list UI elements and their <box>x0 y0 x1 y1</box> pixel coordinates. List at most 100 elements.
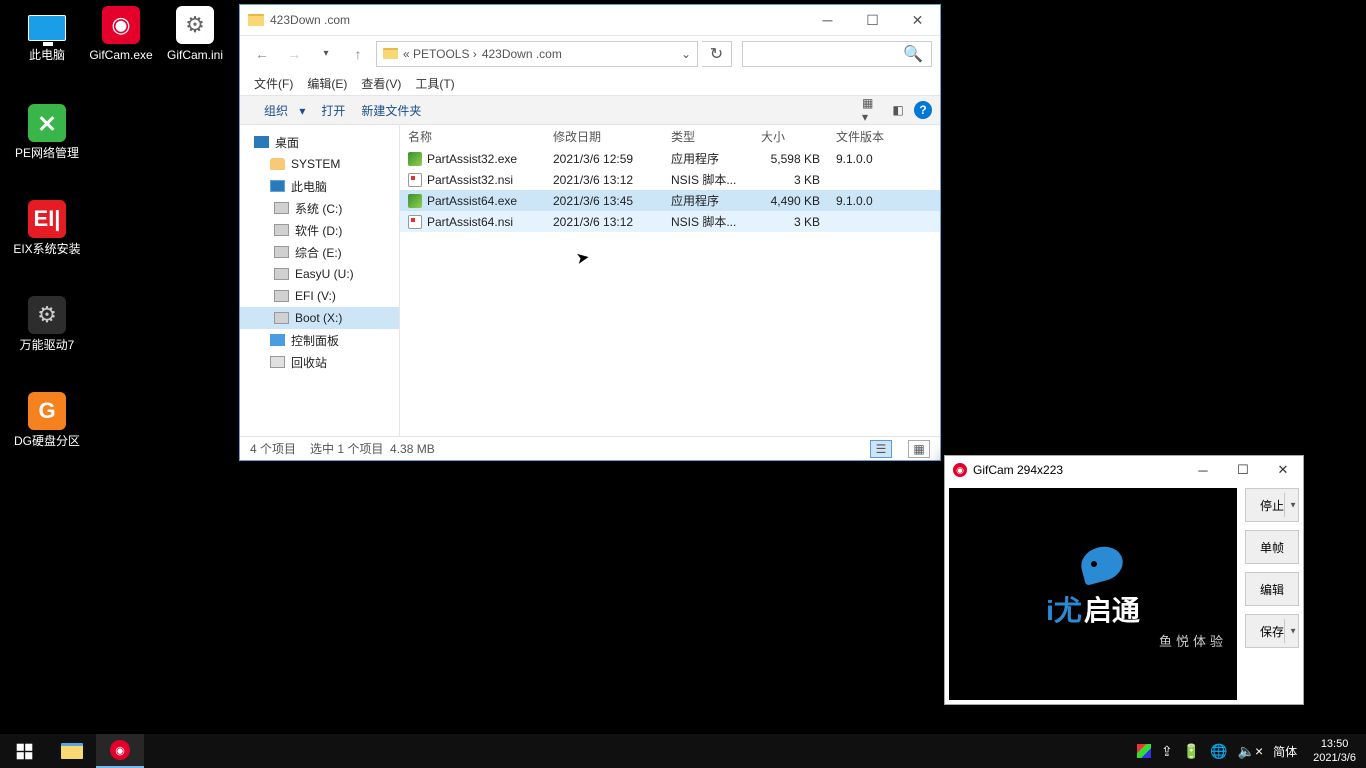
chevron-down-icon[interactable]: ⌄ <box>681 47 691 61</box>
tray-clock[interactable]: 13:502021/3/6 <box>1307 737 1362 765</box>
file-row[interactable]: PartAssist32.exe2021/3/6 12:59应用程序5,598 … <box>400 148 940 169</box>
search-input[interactable]: 🔍 <box>742 41 932 67</box>
close-button[interactable]: ✕ <box>1263 456 1303 484</box>
fish-icon <box>1063 539 1123 585</box>
newfolder-button[interactable]: 新建文件夹 <box>353 98 429 123</box>
desktop-icon-gifcam-exe[interactable]: ◉GifCam.exe <box>86 6 156 62</box>
window-title: 423Down .com <box>270 13 350 27</box>
folder-icon <box>61 743 83 759</box>
open-button[interactable]: 打开 <box>313 98 353 123</box>
tree-item[interactable]: 此电脑 <box>240 175 399 197</box>
refresh-button[interactable]: ↻ <box>702 41 732 67</box>
tree-item[interactable]: EFI (V:) <box>240 285 399 307</box>
tree-item[interactable]: 控制面板 <box>240 329 399 351</box>
tree-item[interactable]: SYSTEM <box>240 153 399 175</box>
tray-battery-icon[interactable]: 🔋 <box>1183 743 1200 760</box>
taskbar-gifcam[interactable]: ◉ <box>96 734 144 768</box>
close-button[interactable]: ✕ <box>895 5 940 35</box>
nav-bar: ← → ▾ ↑ « PETOOLS › 423Down .com ⌄ ↻ 🔍 <box>240 35 940 71</box>
desktop-icon-driver[interactable]: ⚙万能驱动7 <box>12 296 82 352</box>
organize-button[interactable]: 组织 ▾ <box>248 98 313 123</box>
forward-button[interactable]: → <box>280 40 308 68</box>
maximize-button[interactable]: ☐ <box>1223 456 1263 484</box>
drive-icon <box>270 356 285 368</box>
desktop-icon-this-pc[interactable]: 此电脑 <box>12 6 82 62</box>
tree-item[interactable]: EasyU (U:) <box>240 263 399 285</box>
capture-area[interactable]: i尤启通 鱼悦体验 <box>949 488 1237 700</box>
tree-label: 此电脑 <box>291 178 327 195</box>
col-name[interactable]: 名称 <box>400 128 545 145</box>
drive-icon <box>274 290 289 302</box>
desktop-icon-pe-network[interactable]: PE网络管理 <box>12 104 82 160</box>
windows-icon <box>16 743 33 760</box>
col-date[interactable]: 修改日期 <box>545 128 663 145</box>
file-row[interactable]: PartAssist64.exe2021/3/6 13:45应用程序4,490 … <box>400 190 940 211</box>
ini-icon: ⚙ <box>176 6 214 44</box>
up-button[interactable]: ↑ <box>344 40 372 68</box>
tree-label: 桌面 <box>275 134 299 151</box>
camera-icon: ◉ <box>110 740 130 760</box>
col-size[interactable]: 大小 <box>753 128 828 145</box>
edit-button[interactable]: 编辑 <box>1245 572 1299 606</box>
tree-item[interactable]: 系统 (C:) <box>240 197 399 219</box>
tray-network-icon[interactable]: 🌐 <box>1210 743 1227 760</box>
file-row[interactable]: PartAssist32.nsi2021/3/6 13:12NSIS 脚本...… <box>400 169 940 190</box>
tree-label: EFI (V:) <box>295 289 336 303</box>
tree-item[interactable]: 回收站 <box>240 351 399 373</box>
tree-item[interactable]: 软件 (D:) <box>240 219 399 241</box>
menu-tools[interactable]: 工具(T) <box>409 73 460 94</box>
tree-label: EasyU (U:) <box>295 267 354 281</box>
network-icon <box>28 104 66 142</box>
menu-view[interactable]: 查看(V) <box>355 73 407 94</box>
file-row[interactable]: PartAssist64.nsi2021/3/6 13:12NSIS 脚本...… <box>400 211 940 232</box>
recent-button[interactable]: ▾ <box>312 40 340 68</box>
minimize-button[interactable]: ─ <box>1183 456 1223 484</box>
menu-edit[interactable]: 编辑(E) <box>301 73 353 94</box>
titlebar[interactable]: 423Down .com ─ ☐ ✕ <box>240 5 940 35</box>
tree-item[interactable]: 综合 (E:) <box>240 241 399 263</box>
col-type[interactable]: 类型 <box>663 128 753 145</box>
window-gifcam: ◉ GifCam 294x223 ─ ☐ ✕ i尤启通 鱼悦体验 停止▼ 单帧 … <box>944 455 1304 705</box>
address-bar[interactable]: « PETOOLS › 423Down .com ⌄ <box>376 41 698 67</box>
titlebar[interactable]: ◉ GifCam 294x223 ─ ☐ ✕ <box>945 456 1303 484</box>
file-icon <box>408 215 422 229</box>
tree-label: SYSTEM <box>291 157 340 171</box>
file-icon <box>408 173 422 187</box>
frame-button[interactable]: 单帧 <box>1245 530 1299 564</box>
tray-language[interactable]: 简体 <box>1273 743 1297 760</box>
file-list: 名称 修改日期 类型 大小 文件版本 PartAssist32.exe2021/… <box>400 125 940 436</box>
tree-label: 回收站 <box>291 354 327 371</box>
view-icons-button[interactable]: ▦ <box>908 440 930 458</box>
tree-item[interactable]: Boot (X:) <box>240 307 399 329</box>
help-icon[interactable]: ? <box>914 101 932 119</box>
column-headers[interactable]: 名称 修改日期 类型 大小 文件版本 <box>400 125 940 148</box>
desktop-icon-gifcam-ini[interactable]: ⚙GifCam.ini <box>160 6 230 62</box>
col-version[interactable]: 文件版本 <box>828 128 908 145</box>
desktop-icon-eix[interactable]: EI|EIX系统安装 <box>12 200 82 256</box>
nav-tree: 桌面 SYSTEM 此电脑系统 (C:)软件 (D:)综合 (E:) EasyU (U… <box>240 125 400 436</box>
drive-icon <box>274 224 289 236</box>
folder-icon <box>248 14 264 26</box>
start-button[interactable] <box>0 734 48 768</box>
tray-volume-icon[interactable]: 🔈× <box>1238 743 1264 760</box>
maximize-button[interactable]: ☐ <box>850 5 895 35</box>
menu-file[interactable]: 文件(F) <box>248 73 299 94</box>
taskbar-file-explorer[interactable] <box>48 734 96 768</box>
view-options-icon[interactable]: ▦ ▾ <box>862 100 882 120</box>
tree-item[interactable]: 桌面 <box>240 131 399 153</box>
tray-colors-icon[interactable] <box>1137 744 1151 758</box>
save-button[interactable]: 保存▼ <box>1245 614 1299 648</box>
app-icon: ◉ <box>953 463 967 477</box>
tray-usb-icon[interactable]: ⇪ <box>1161 743 1173 760</box>
minimize-button[interactable]: ─ <box>805 5 850 35</box>
tree-label: 控制面板 <box>291 332 339 349</box>
drive-icon <box>274 246 289 258</box>
window-title: GifCam 294x223 <box>973 463 1063 477</box>
drive-icon <box>270 334 285 346</box>
item-count: 4 个项目 <box>250 440 296 457</box>
view-details-button[interactable]: ☰ <box>870 440 892 458</box>
desktop-icon-dg[interactable]: GDG硬盘分区 <box>12 392 82 448</box>
preview-pane-icon[interactable]: ◧ <box>888 100 908 120</box>
back-button[interactable]: ← <box>248 40 276 68</box>
stop-button[interactable]: 停止▼ <box>1245 488 1299 522</box>
